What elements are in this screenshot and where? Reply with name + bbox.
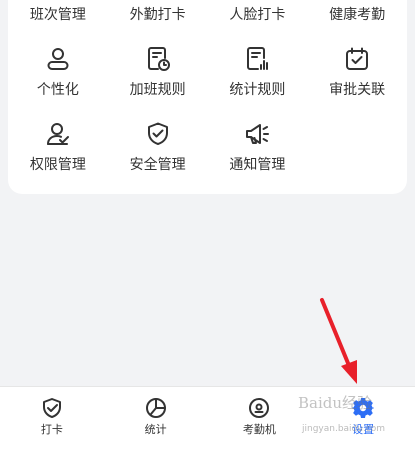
settings-gear-icon <box>351 397 376 419</box>
tab-label: 设置 <box>352 423 375 436</box>
tab-checkin[interactable]: 打卡 <box>0 387 104 449</box>
bottom-tab-bar: 打卡 统计 考勤机 设置 <box>0 386 415 449</box>
annotation-arrow <box>320 298 357 384</box>
attendance-machine-icon <box>248 397 270 419</box>
checkin-icon <box>41 397 63 419</box>
tab-label: 打卡 <box>40 423 63 436</box>
tab-label: 考勤机 <box>242 423 276 436</box>
tab-stats[interactable]: 统计 <box>104 387 208 449</box>
tab-attendance-machine[interactable]: 考勤机 <box>208 387 312 449</box>
stats-pie-icon <box>145 397 167 419</box>
tab-label: 统计 <box>144 423 167 436</box>
tab-settings[interactable]: 设置 <box>311 387 415 449</box>
